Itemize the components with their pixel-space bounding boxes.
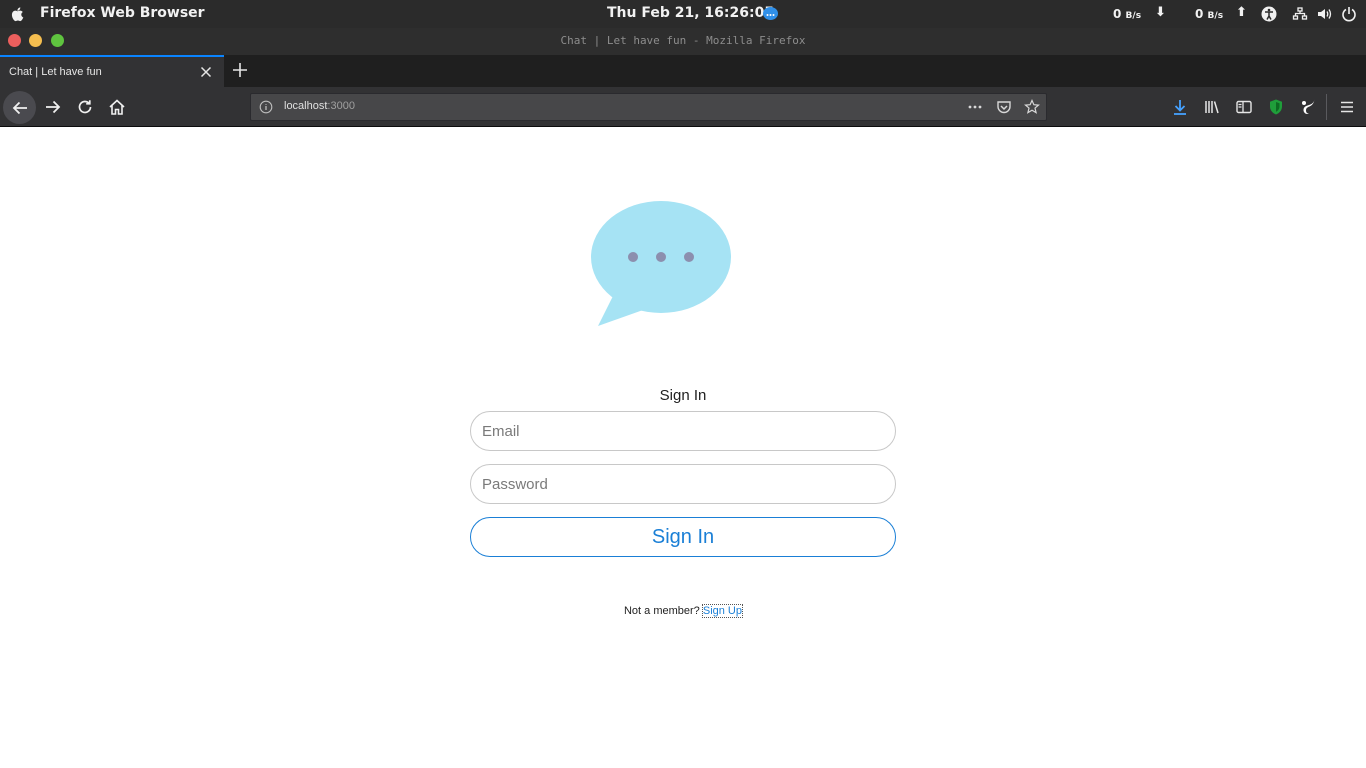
apple-icon[interactable] (9, 5, 27, 23)
sign-up-prompt: Not a member? Sign Up (0, 604, 1366, 618)
shield-extension-icon[interactable] (1267, 98, 1285, 116)
site-info-icon[interactable] (259, 100, 273, 114)
page-actions-icon[interactable] (967, 99, 983, 115)
tab-chat[interactable]: Chat | Let have fun (0, 55, 224, 87)
reload-icon (78, 100, 92, 114)
net-down-unit: B/s (1125, 11, 1142, 21)
hamburger-menu-icon[interactable] (1338, 98, 1356, 116)
network-icon[interactable] (1292, 6, 1308, 22)
sign-up-link[interactable]: Sign Up (701, 604, 744, 618)
reload-button[interactable] (70, 93, 100, 121)
close-tab-icon[interactable] (199, 65, 213, 79)
bookmark-star-icon[interactable] (1024, 99, 1040, 115)
forward-button[interactable] (38, 93, 68, 121)
upload-arrow-icon: ⬆ (1236, 5, 1247, 20)
volume-icon[interactable] (1316, 6, 1332, 22)
chat-bubble-logo (591, 201, 731, 326)
net-down-value: 0 (1113, 7, 1122, 21)
net-down-readout: 0 B/s (1113, 7, 1141, 21)
url-bar[interactable] (250, 93, 1047, 121)
forward-icon (46, 100, 61, 114)
not-member-text: Not a member? (623, 605, 700, 617)
net-up-value: 0 (1195, 7, 1204, 21)
url-port: :3000 (327, 100, 355, 112)
download-arrow-icon: ⬇ (1155, 5, 1166, 20)
tab-title: Chat | Let have fun (9, 66, 102, 78)
clock[interactable]: Thu Feb 21, 16:26:05 (607, 5, 774, 21)
active-app-name[interactable]: Firefox Web Browser (40, 5, 205, 21)
home-icon (109, 99, 125, 115)
sign-in-heading: Sign In (659, 387, 707, 404)
pocket-icon[interactable] (996, 99, 1012, 115)
downloads-icon[interactable] (1171, 98, 1189, 116)
url-text[interactable]: localhost:3000 (284, 100, 355, 112)
sidebar-icon[interactable] (1235, 98, 1253, 116)
back-icon (12, 101, 27, 114)
chat-indicator-icon[interactable] (762, 6, 779, 22)
new-tab-icon[interactable] (231, 61, 249, 79)
toolbar-separator (1326, 94, 1327, 120)
home-button[interactable] (102, 93, 132, 121)
net-up-readout: 0 B/s (1195, 7, 1223, 21)
sign-in-button[interactable]: Sign In (470, 517, 896, 557)
accessibility-icon[interactable] (1261, 6, 1277, 22)
email-field[interactable] (470, 411, 896, 451)
power-icon[interactable] (1341, 6, 1357, 22)
password-field[interactable] (470, 464, 896, 504)
back-button[interactable] (3, 91, 36, 124)
gnome-extension-icon[interactable] (1299, 98, 1317, 116)
window-title: Chat | Let have fun - Mozilla Firefox (560, 34, 806, 47)
net-up-unit: B/s (1207, 11, 1224, 21)
library-icon[interactable] (1203, 98, 1221, 116)
url-host: localhost (284, 100, 328, 112)
